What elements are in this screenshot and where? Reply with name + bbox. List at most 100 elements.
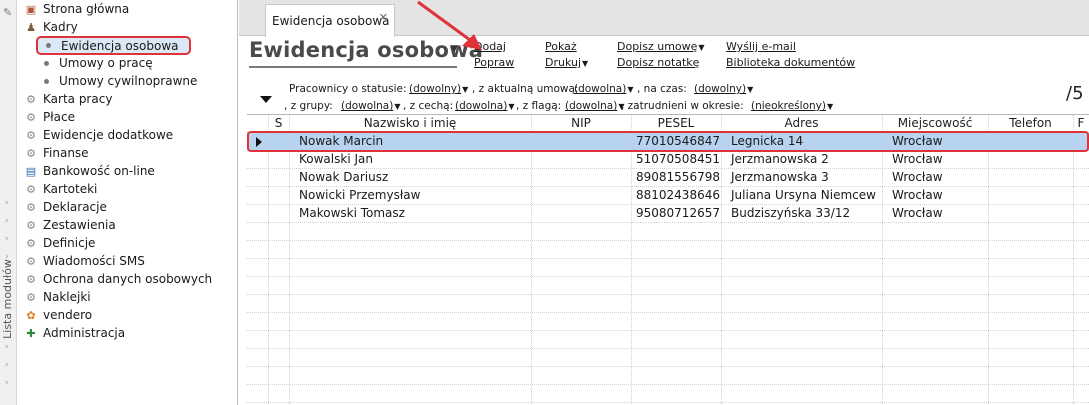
popraw-link[interactable]: Popraw <box>474 56 514 69</box>
dopisz-notatke-link[interactable]: Dopisz notatkę <box>617 56 699 69</box>
filter-period-dropdown[interactable]: (nieokreślony)▼ <box>751 100 833 112</box>
cell-pesel: 51070508451 <box>636 152 720 166</box>
filter-status-dropdown[interactable]: (dowolny)▼ <box>409 83 468 95</box>
table-row[interactable]: Kowalski Jan 51070508451 Jerzmanowska 2 … <box>247 151 1089 169</box>
gear-icon: ⚙ <box>26 182 36 196</box>
sidebar-item-vendero[interactable]: ✿ vendero <box>24 306 92 324</box>
gear-icon: ⚙ <box>26 236 36 250</box>
sidebar-item-ewidencje-dodatkowe[interactable]: ⚙ Ewidencje dodatkowe <box>24 126 173 144</box>
filter-time-value: (dowolny) <box>694 83 747 95</box>
grid-row-line <box>247 276 1089 277</box>
chevron-right-icon: › <box>5 360 9 370</box>
filter-contract-label: , z aktualną umową: <box>472 83 579 95</box>
vendero-icon: ✿ <box>26 308 36 322</box>
sidebar-item-administracja[interactable]: ✚ Administracja <box>24 324 125 342</box>
filter-feature-dropdown[interactable]: (dowolna)▼ <box>455 100 514 112</box>
tab-ewidencja-osobowa[interactable]: Ewidencja osobowa ✕ <box>265 4 395 37</box>
cell-city: Wrocław <box>892 206 943 220</box>
chevron-right-icon: › <box>5 234 9 244</box>
module-list-rail[interactable]: ✎ › › › › › › › Lista modułów <box>0 0 17 405</box>
sidebar-item-label: Finanse <box>43 146 89 160</box>
pin-icon[interactable]: ✎ <box>3 6 12 19</box>
sidebar-item-kadry[interactable]: ♟ Kadry <box>24 18 78 36</box>
sidebar-item-label: Naklejki <box>43 290 91 304</box>
gear-icon: ⚙ <box>26 92 36 106</box>
dopisz-umowe-link[interactable]: Dopisz umowę▼ <box>617 40 705 53</box>
chevron-down-icon: ▼ <box>582 59 589 68</box>
document-icon: ⚙ <box>26 200 36 214</box>
sidebar-subitem-umowy-o-prace[interactable]: Umowy o pracę <box>44 54 153 72</box>
sidebar-item-karta-pracy[interactable]: ⚙ Karta pracy <box>24 90 112 108</box>
sidebar-item-label: Ewidencje dodatkowe <box>43 128 174 142</box>
sidebar-item-sms[interactable]: ⚙ Wiadomości SMS <box>24 252 145 270</box>
sidebar-item-home[interactable]: ▣ Strona główna <box>24 0 129 18</box>
cell-address: Jerzmanowska 3 <box>731 170 829 184</box>
chevron-down-icon: ▼ <box>698 43 705 52</box>
filter-period-label: , zatrudnieni w okresie: <box>621 100 744 112</box>
filter-contract-dropdown[interactable]: (dowolna)▼ <box>574 83 633 95</box>
gear-icon: ⚙ <box>26 272 36 286</box>
cell-name: Nowak Dariusz <box>299 170 389 184</box>
column-header-f[interactable]: F <box>1073 116 1089 131</box>
sidebar-item-bankowosc[interactable]: ▤ Bankowość on-line <box>24 162 155 180</box>
column-header-nip[interactable]: NIP <box>531 116 631 131</box>
sidebar-item-zestawienia[interactable]: ⚙ Zestawienia <box>24 216 116 234</box>
gear-icon: ⚙ <box>26 128 36 142</box>
cell-city: Wrocław <box>892 152 943 166</box>
filter-time-dropdown[interactable]: (dowolny)▼ <box>694 83 753 95</box>
grid-row-line <box>247 366 1089 367</box>
table-row[interactable]: Nowak Dariusz 89081556798 Jerzmanowska 3… <box>247 169 1089 187</box>
filter-period-value: (nieokreślony) <box>751 100 826 112</box>
pokaz-link[interactable]: Pokaż <box>545 40 577 53</box>
sidebar-subitem-ewidencja-osobowa[interactable]: Ewidencja osobowa <box>36 36 191 55</box>
chevron-down-icon: ▼ <box>394 102 401 111</box>
filter-time-label: , na czas: <box>637 83 687 95</box>
table-row[interactable]: Nowicki Przemysław 88102438646 Juliana U… <box>247 187 1089 205</box>
cell-pesel: 88102438646 <box>636 188 720 202</box>
sidebar-item-deklaracje[interactable]: ⚙ Deklaracje <box>24 198 107 216</box>
filter-flag-dropdown[interactable]: (dowolna)▼ <box>565 100 624 112</box>
sidebar-item-naklejki[interactable]: ⚙ Naklejki <box>24 288 91 306</box>
column-header-city[interactable]: Miejscowość <box>882 116 988 131</box>
cell-name: Kowalski Jan <box>299 152 373 166</box>
cell-address: Juliana Ursyna Niemcew <box>731 188 876 202</box>
sidebar-item-place[interactable]: ⚙ Płace <box>24 108 75 126</box>
chevron-down-icon: ▼ <box>747 85 754 94</box>
home-icon: ▣ <box>25 2 37 16</box>
tab-strip: Ewidencja osobowa ✕ <box>239 0 1089 37</box>
filter-toggle-icon[interactable] <box>260 96 272 103</box>
filter-group-dropdown[interactable]: (dowolna)▼ <box>341 100 400 112</box>
sidebar-item-label: Zestawienia <box>43 218 116 232</box>
sidebar-item-kartoteki[interactable]: ⚙ Kartoteki <box>24 180 97 198</box>
sidebar-subitem-umowy-cywilnoprawne[interactable]: Umowy cywilnoprawne <box>44 72 197 90</box>
sidebar-item-label: Umowy cywilnoprawne <box>59 74 198 88</box>
cell-name: Nowicki Przemysław <box>299 188 421 202</box>
chevron-right-icon: › <box>5 198 9 208</box>
grid-row-line <box>247 384 1089 385</box>
wyslij-email-link[interactable]: Wyślij e-mail <box>726 40 796 53</box>
sidebar-item-label: Karta pracy <box>43 92 113 106</box>
column-header-phone[interactable]: Telefon <box>988 116 1073 131</box>
tab-label: Ewidencja osobowa <box>272 14 390 28</box>
sidebar-item-label: Ewidencja osobowa <box>61 38 179 53</box>
sidebar-item-definicje[interactable]: ⚙ Definicje <box>24 234 95 252</box>
grid-row-line <box>247 258 1089 259</box>
employee-grid[interactable]: S Nazwisko i imię NIP PESEL Adres Miejsc… <box>247 114 1089 405</box>
sidebar-item-finanse[interactable]: ⚙ Finanse <box>24 144 89 162</box>
table-row[interactable]: Makowski Tomasz 95080712657 Budziszyńska… <box>247 205 1089 223</box>
drukuj-label: Drukuj <box>545 56 582 69</box>
grid-row-line <box>247 312 1089 313</box>
filter-flag-value: (dowolna) <box>565 100 618 112</box>
drukuj-link[interactable]: Drukuj▼ <box>545 56 588 69</box>
column-header-address[interactable]: Adres <box>721 116 882 131</box>
bullet-icon <box>44 78 49 84</box>
column-header-pesel[interactable]: PESEL <box>631 116 721 131</box>
finance-icon: ⚙ <box>26 146 36 160</box>
column-header-s[interactable]: S <box>268 116 289 131</box>
biblioteka-dokumentow-link[interactable]: Biblioteka dokumentów <box>726 56 855 69</box>
bullet-icon <box>46 43 51 48</box>
cell-city: Wrocław <box>892 170 943 184</box>
column-header-name[interactable]: Nazwisko i imię <box>289 116 531 131</box>
close-icon[interactable]: ✕ <box>379 11 388 24</box>
sidebar-item-ochrona-danych[interactable]: ⚙ Ochrona danych osobowych <box>24 270 212 288</box>
